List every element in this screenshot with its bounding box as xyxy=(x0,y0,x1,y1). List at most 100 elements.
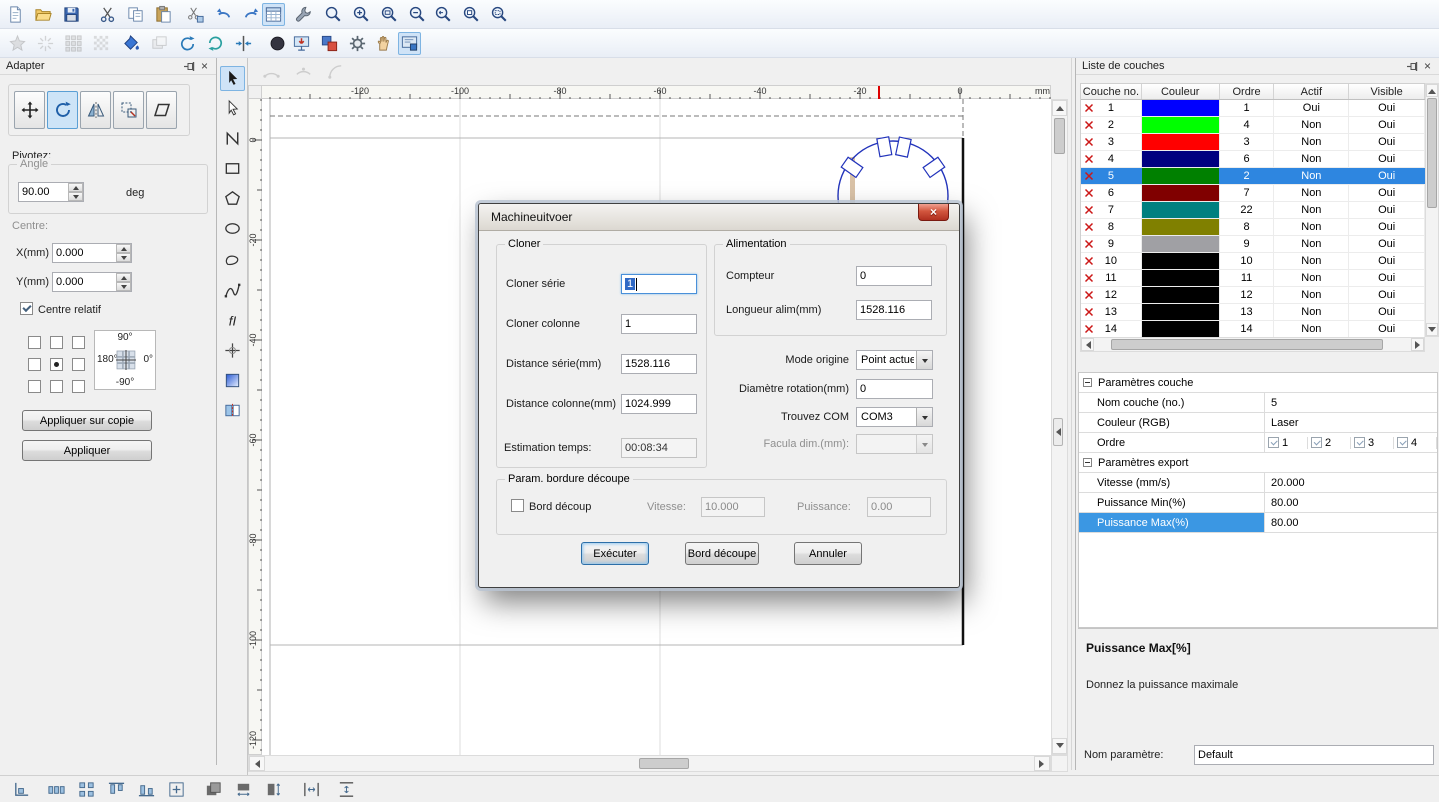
scrollbar-thumb[interactable] xyxy=(1054,118,1065,154)
layer-color-swatch[interactable] xyxy=(1141,253,1219,269)
scroll-down-button[interactable] xyxy=(1426,323,1438,336)
align-origin-button[interactable] xyxy=(10,778,33,801)
delete-layer-icon[interactable] xyxy=(1084,239,1094,249)
cut-object-button[interactable] xyxy=(184,3,207,26)
property-value[interactable]: 5 xyxy=(1265,393,1437,412)
property-group-row[interactable]: Paramètres couche xyxy=(1079,373,1437,393)
anchor-radio-2-0[interactable] xyxy=(28,380,41,393)
scrollbar-thumb[interactable] xyxy=(1427,98,1437,208)
layer-row[interactable]: 6 7 Non Oui xyxy=(1081,185,1426,202)
node-edit-tool-button[interactable] xyxy=(220,96,245,121)
align-top-button[interactable] xyxy=(105,778,128,801)
pan-hand-button[interactable] xyxy=(372,32,395,55)
property-row[interactable]: Nom couche (no.) 5 xyxy=(1079,393,1437,413)
layer-visible[interactable]: Oui xyxy=(1349,202,1426,218)
equal-space-horizontal-button[interactable] xyxy=(300,778,323,801)
delete-layer-icon[interactable] xyxy=(1084,205,1094,215)
layer-active[interactable]: Non xyxy=(1274,287,1350,303)
param-name-input[interactable] xyxy=(1194,745,1434,765)
zoom-selection-button[interactable] xyxy=(488,3,511,26)
close-dialog-button[interactable]: × xyxy=(918,204,949,221)
layer-active[interactable]: Non xyxy=(1274,151,1350,167)
download-to-machine-button[interactable] xyxy=(290,32,313,55)
layer-active[interactable]: Non xyxy=(1274,304,1350,320)
delete-layer-icon[interactable] xyxy=(1084,256,1094,266)
layer-row[interactable]: 4 6 Non Oui xyxy=(1081,151,1426,168)
fill-color-button[interactable] xyxy=(120,32,143,55)
layer-color-swatch[interactable] xyxy=(1141,151,1219,167)
ordre-checkbox[interactable]: 3 xyxy=(1351,436,1394,449)
column-header[interactable]: Actif xyxy=(1274,84,1350,99)
spin-up-icon[interactable] xyxy=(116,244,131,253)
scroll-up-button[interactable] xyxy=(1426,84,1438,97)
delete-layer-icon[interactable] xyxy=(1084,188,1094,198)
open-file-button[interactable] xyxy=(32,3,55,26)
redo-button[interactable] xyxy=(240,3,263,26)
zoom-previous-button[interactable] xyxy=(432,3,455,26)
longueur-alim-input[interactable] xyxy=(856,300,932,320)
layer-visible[interactable]: Oui xyxy=(1349,321,1426,337)
centre-relatif-checkbox[interactable] xyxy=(20,302,33,315)
text-tool-button[interactable]: fI xyxy=(220,308,245,333)
delete-layer-icon[interactable] xyxy=(1084,290,1094,300)
spin-down-icon[interactable] xyxy=(116,253,131,262)
layer-color-swatch[interactable] xyxy=(1141,100,1219,116)
gradient-tool-button[interactable] xyxy=(220,368,245,393)
layer-active[interactable]: Oui xyxy=(1274,100,1350,116)
scroll-right-button[interactable] xyxy=(1411,338,1424,351)
column-header[interactable]: Couleur xyxy=(1142,84,1220,99)
layer-active[interactable]: Non xyxy=(1274,117,1350,133)
property-value[interactable]: 80.00 xyxy=(1265,513,1437,532)
layer-row[interactable]: 9 9 Non Oui xyxy=(1081,236,1426,253)
spin-down-icon[interactable] xyxy=(116,282,131,291)
layer-visible[interactable]: Oui xyxy=(1349,253,1426,269)
spin-down-icon[interactable] xyxy=(68,192,83,201)
layers-vertical-scrollbar[interactable] xyxy=(1425,83,1439,337)
center-to-page-button[interactable] xyxy=(165,778,188,801)
save-file-button[interactable] xyxy=(60,3,83,26)
delete-layer-icon[interactable] xyxy=(1084,137,1094,147)
pin-icon[interactable] xyxy=(182,59,197,73)
distribute-grid-button[interactable] xyxy=(75,778,98,801)
layer-row[interactable]: 3 3 Non Oui xyxy=(1081,134,1426,151)
property-value[interactable]: 80.00 xyxy=(1265,493,1437,512)
dialog-titlebar[interactable]: Machineuitvoer × xyxy=(479,204,959,231)
x-spinner-buttons[interactable] xyxy=(116,244,131,262)
layer-active[interactable]: Non xyxy=(1274,219,1350,235)
property-row[interactable]: Vitesse (mm/s) 20.000 xyxy=(1079,473,1437,493)
layer-visible[interactable]: Oui xyxy=(1349,151,1426,167)
cut-button[interactable] xyxy=(96,3,119,26)
layer-visible[interactable]: Oui xyxy=(1349,185,1426,201)
angle-spinner-buttons[interactable] xyxy=(68,183,83,201)
pin-icon[interactable] xyxy=(1405,59,1420,73)
layer-color-swatch[interactable] xyxy=(1141,134,1219,150)
rotate-copy-button[interactable] xyxy=(176,32,199,55)
layer-row[interactable]: 1 1 Oui Oui xyxy=(1081,100,1426,117)
rectangle-tool-button[interactable] xyxy=(220,156,245,181)
simulate-output-button[interactable] xyxy=(398,32,421,55)
scroll-right-button[interactable] xyxy=(1034,756,1050,771)
ordre-checkbox[interactable]: 2 xyxy=(1308,436,1351,449)
delete-layer-icon[interactable] xyxy=(1084,307,1094,317)
delete-layer-icon[interactable] xyxy=(1084,222,1094,232)
delete-layer-icon[interactable] xyxy=(1084,171,1094,181)
spin-up-icon[interactable] xyxy=(116,273,131,282)
output-layers-button[interactable] xyxy=(318,32,341,55)
layer-active[interactable]: Non xyxy=(1274,253,1350,269)
layer-color-swatch[interactable] xyxy=(1141,304,1219,320)
layer-color-swatch[interactable] xyxy=(1141,117,1219,133)
layer-color-swatch[interactable] xyxy=(1141,185,1219,201)
property-value[interactable]: 20.000 xyxy=(1265,473,1437,492)
layer-active[interactable]: Non xyxy=(1274,202,1350,218)
mirror-page-tool-button[interactable] xyxy=(220,398,245,423)
layer-row[interactable]: 2 4 Non Oui xyxy=(1081,117,1426,134)
layer-visible[interactable]: Oui xyxy=(1349,100,1426,116)
property-value[interactable]: Laser xyxy=(1265,413,1437,432)
layer-row[interactable]: 11 11 Non Oui xyxy=(1081,270,1426,287)
property-group-row[interactable]: Paramètres export xyxy=(1079,453,1437,473)
wrench-tool-button[interactable] xyxy=(292,3,315,26)
layer-row[interactable]: 13 13 Non Oui xyxy=(1081,304,1426,321)
angle-input[interactable] xyxy=(19,183,67,201)
layer-row[interactable]: 12 12 Non Oui xyxy=(1081,287,1426,304)
delete-layer-icon[interactable] xyxy=(1084,120,1094,130)
